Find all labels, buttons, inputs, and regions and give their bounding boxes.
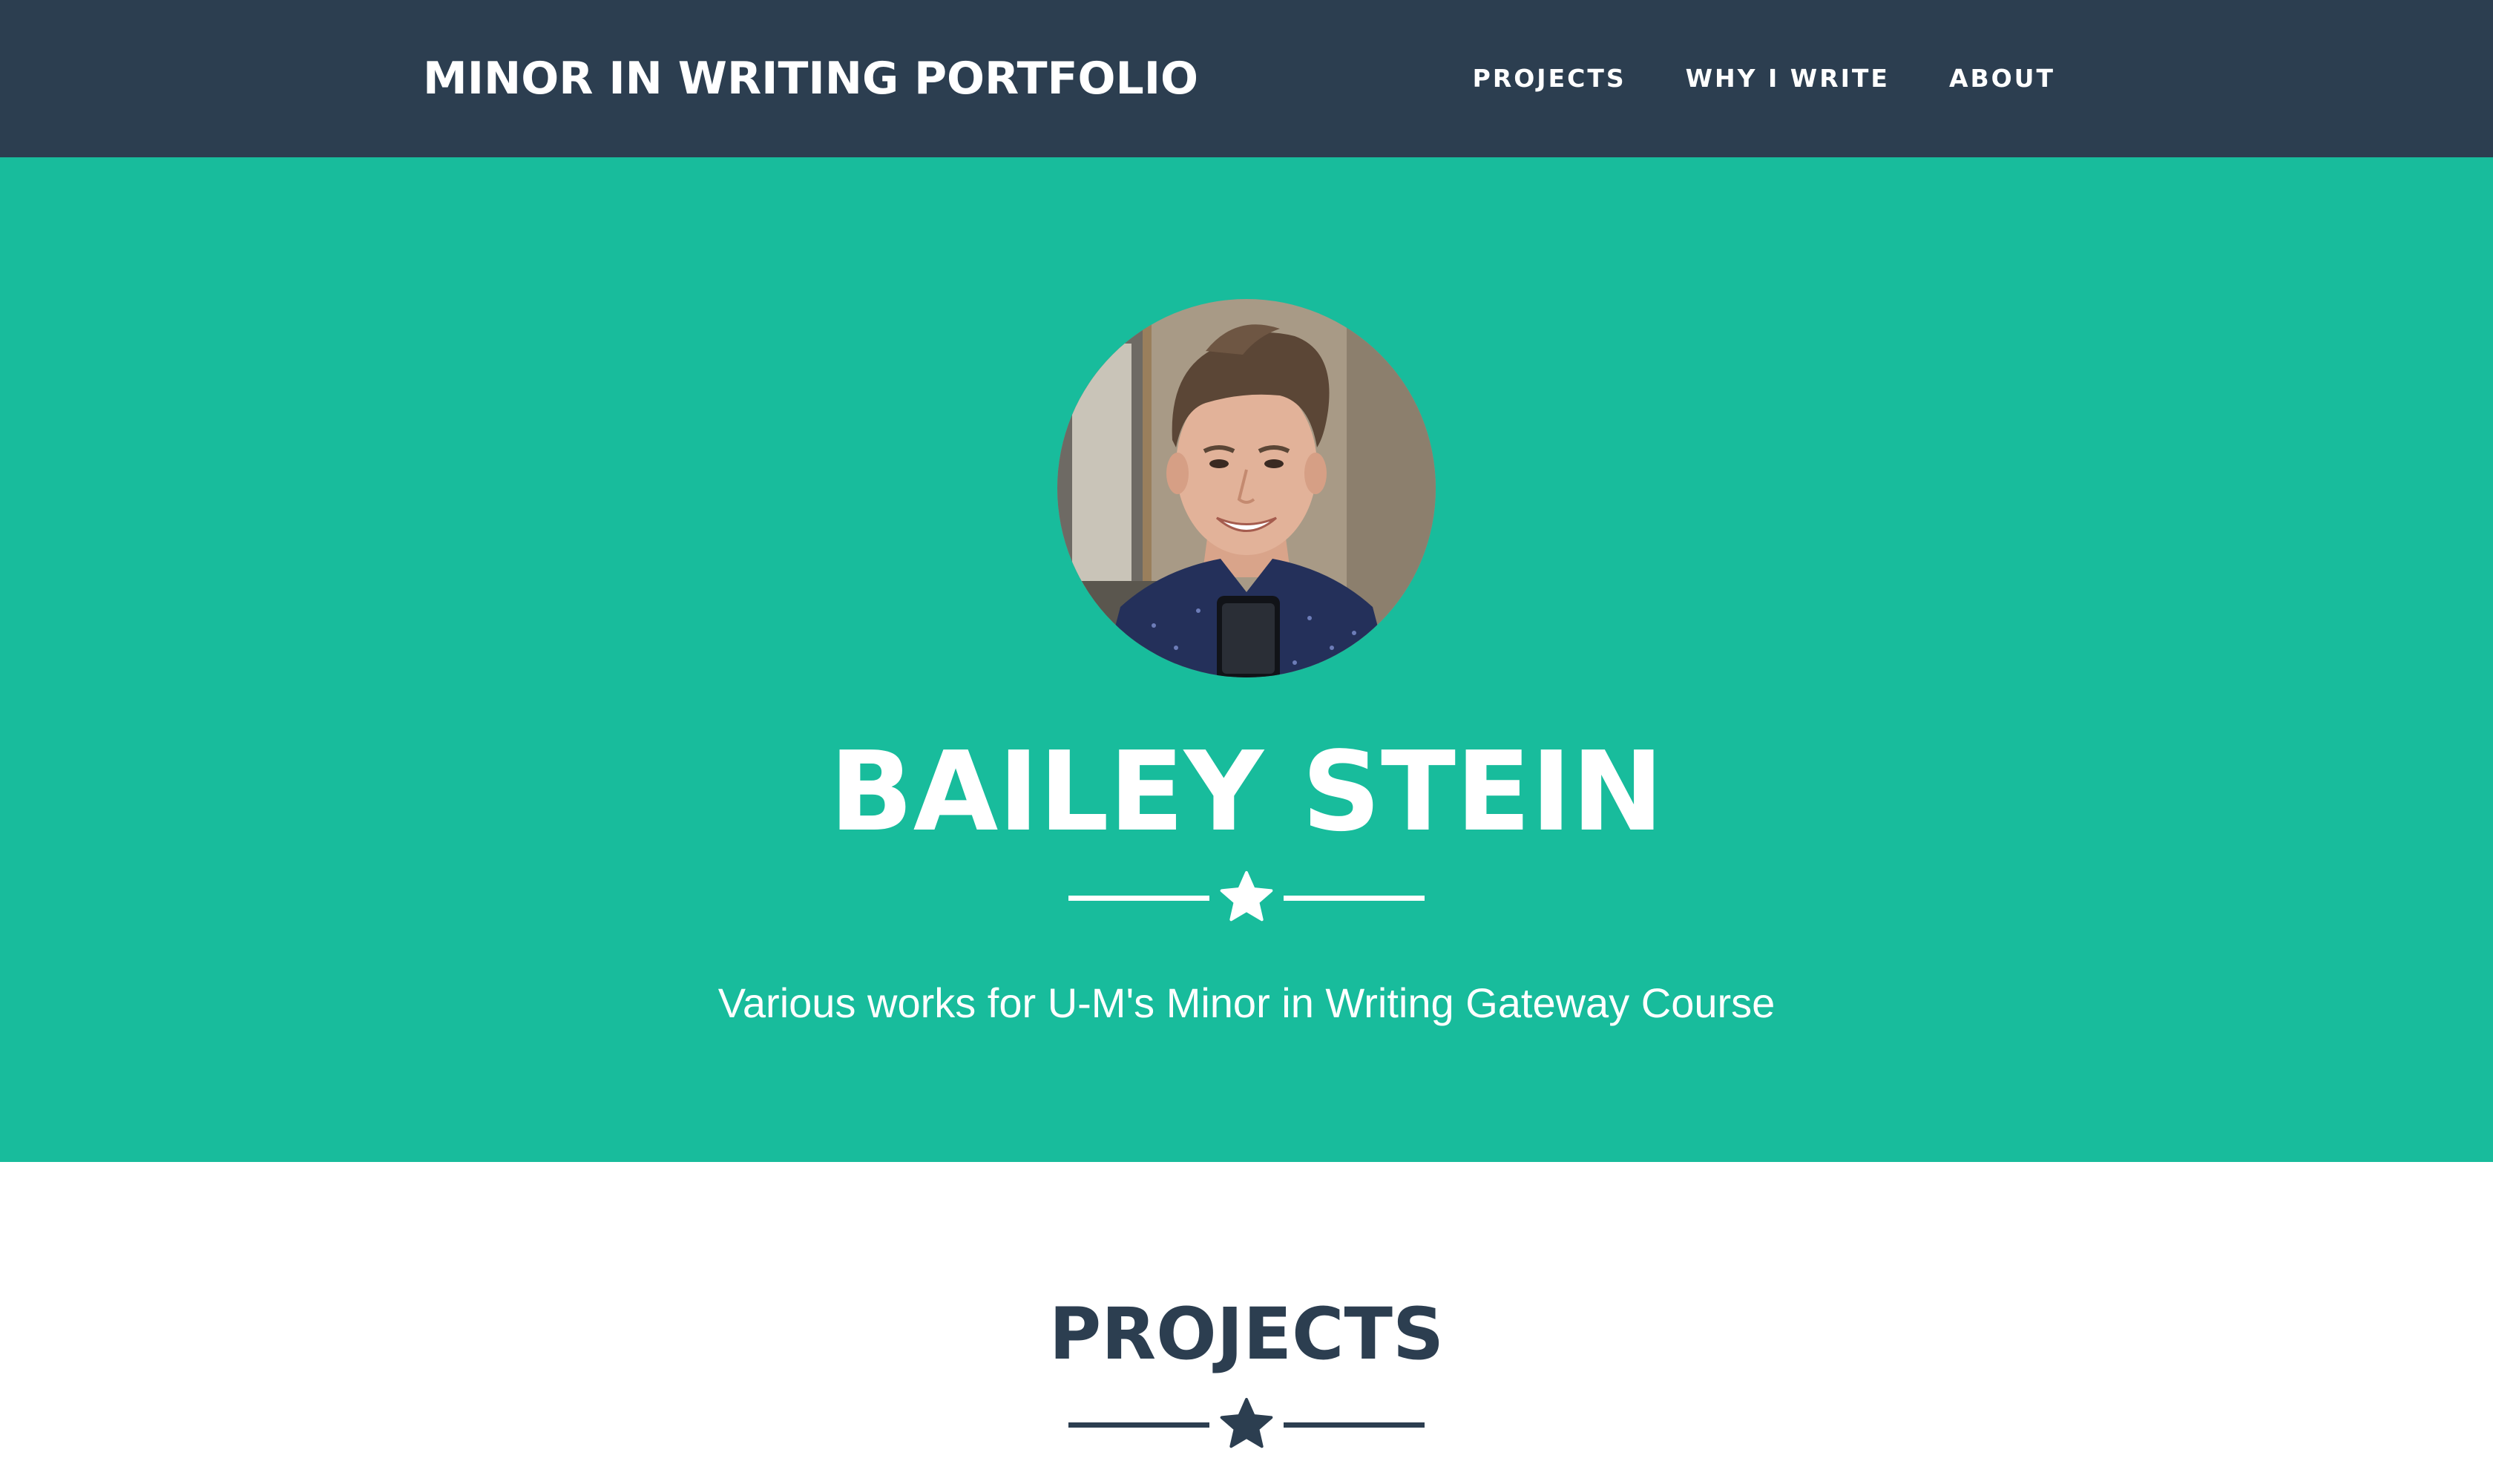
divider-line — [1284, 896, 1425, 901]
nav-link-projects[interactable]: PROJECTS — [1473, 58, 1626, 99]
nav-link-why-i-write[interactable]: WHY I WRITE — [1686, 58, 1890, 99]
hero-divider — [1068, 868, 1425, 928]
brand-link[interactable]: MINOR IN WRITING PORTFOLIO — [423, 47, 1198, 110]
navbar: MINOR IN WRITING PORTFOLIO PROJECTS WHY … — [0, 0, 2493, 157]
projects-divider — [1068, 1395, 1425, 1454]
divider-line — [1068, 896, 1209, 901]
section-title: PROJECTS — [1048, 1293, 1445, 1376]
nav-link-about[interactable]: ABOUT — [1949, 58, 2055, 99]
hero-name: BAILEY STEIN — [829, 728, 1664, 856]
star-icon — [1220, 1398, 1273, 1448]
nav-menu: PROJECTS WHY I WRITE ABOUT — [1473, 58, 2055, 99]
masthead: BAILEY STEIN Various works for U-M's Min… — [0, 157, 2493, 1162]
star-icon — [1220, 871, 1273, 922]
divider-line — [1068, 1422, 1209, 1428]
hero-subtitle: Various works for U-M's Minor in Writing… — [717, 979, 1776, 1026]
divider-line — [1284, 1422, 1425, 1428]
avatar — [1057, 299, 1436, 677]
